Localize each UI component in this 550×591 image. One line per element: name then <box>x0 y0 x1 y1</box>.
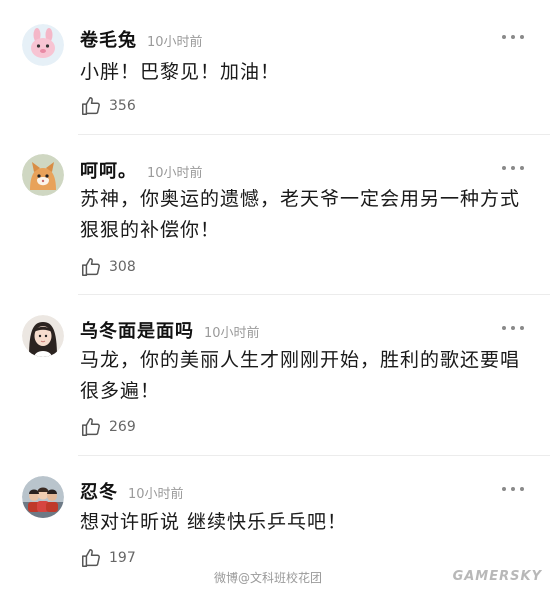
more-dots-icon[interactable] <box>502 325 524 331</box>
like-count: 197 <box>109 550 136 566</box>
name-row: 卷毛兔 10小时前 <box>80 26 203 52</box>
like-button[interactable]: 269 <box>80 416 136 438</box>
divider <box>78 455 550 456</box>
timestamp: 10小时前 <box>128 487 184 502</box>
thumbs-up-icon <box>82 418 100 436</box>
more-dots-icon[interactable] <box>502 486 524 492</box>
group-photo-avatar <box>22 476 64 518</box>
divider <box>78 294 550 295</box>
like-count: 308 <box>109 259 136 275</box>
like-button[interactable]: 197 <box>80 547 136 569</box>
like-count: 356 <box>109 98 136 114</box>
timestamp: 10小时前 <box>147 166 203 181</box>
name-row: 呵呵。 10小时前 <box>80 157 203 183</box>
comment-text: 苏神，你奥运的遗憾，老天爷一定会用另一种方式狠狠的补偿你！ <box>80 188 521 241</box>
username[interactable]: 忍冬 <box>80 478 118 504</box>
comment-text: 小胖！巴黎见！加油！ <box>80 61 281 83</box>
pink-bunny-avatar <box>22 24 64 66</box>
girl-avatar <box>22 315 64 357</box>
like-count: 269 <box>109 419 136 435</box>
name-row: 乌冬面是面吗 10小时前 <box>80 317 260 343</box>
comment-text: 想对许昕说 继续快乐乒乓吧！ <box>80 511 348 533</box>
avatar[interactable] <box>22 24 64 66</box>
avatar[interactable] <box>22 315 64 357</box>
timestamp: 10小时前 <box>204 326 260 341</box>
avatar[interactable] <box>22 476 64 518</box>
comment-text: 马龙，你的美丽人生才刚刚开始，胜利的歌还要唱很多遍！ <box>80 349 521 402</box>
thumbs-up-icon <box>82 258 100 276</box>
timestamp: 10小时前 <box>147 35 203 50</box>
divider <box>78 134 550 135</box>
thumbs-up-icon <box>82 549 100 567</box>
like-button[interactable]: 356 <box>80 95 136 117</box>
thumbs-up-icon <box>82 97 100 115</box>
more-dots-icon[interactable] <box>502 165 524 171</box>
username[interactable]: 呵呵。 <box>80 157 137 183</box>
username[interactable]: 乌冬面是面吗 <box>80 317 194 343</box>
weibo-watermark: 微博@文科班校花团 <box>214 571 323 585</box>
more-dots-icon[interactable] <box>502 34 524 40</box>
avatar[interactable] <box>22 154 64 196</box>
like-button[interactable]: 308 <box>80 256 136 278</box>
cat-avatar <box>22 154 64 196</box>
name-row: 忍冬 10小时前 <box>80 478 184 504</box>
gamersky-watermark: GAMERSKY <box>452 569 542 584</box>
username[interactable]: 卷毛兔 <box>80 26 137 52</box>
